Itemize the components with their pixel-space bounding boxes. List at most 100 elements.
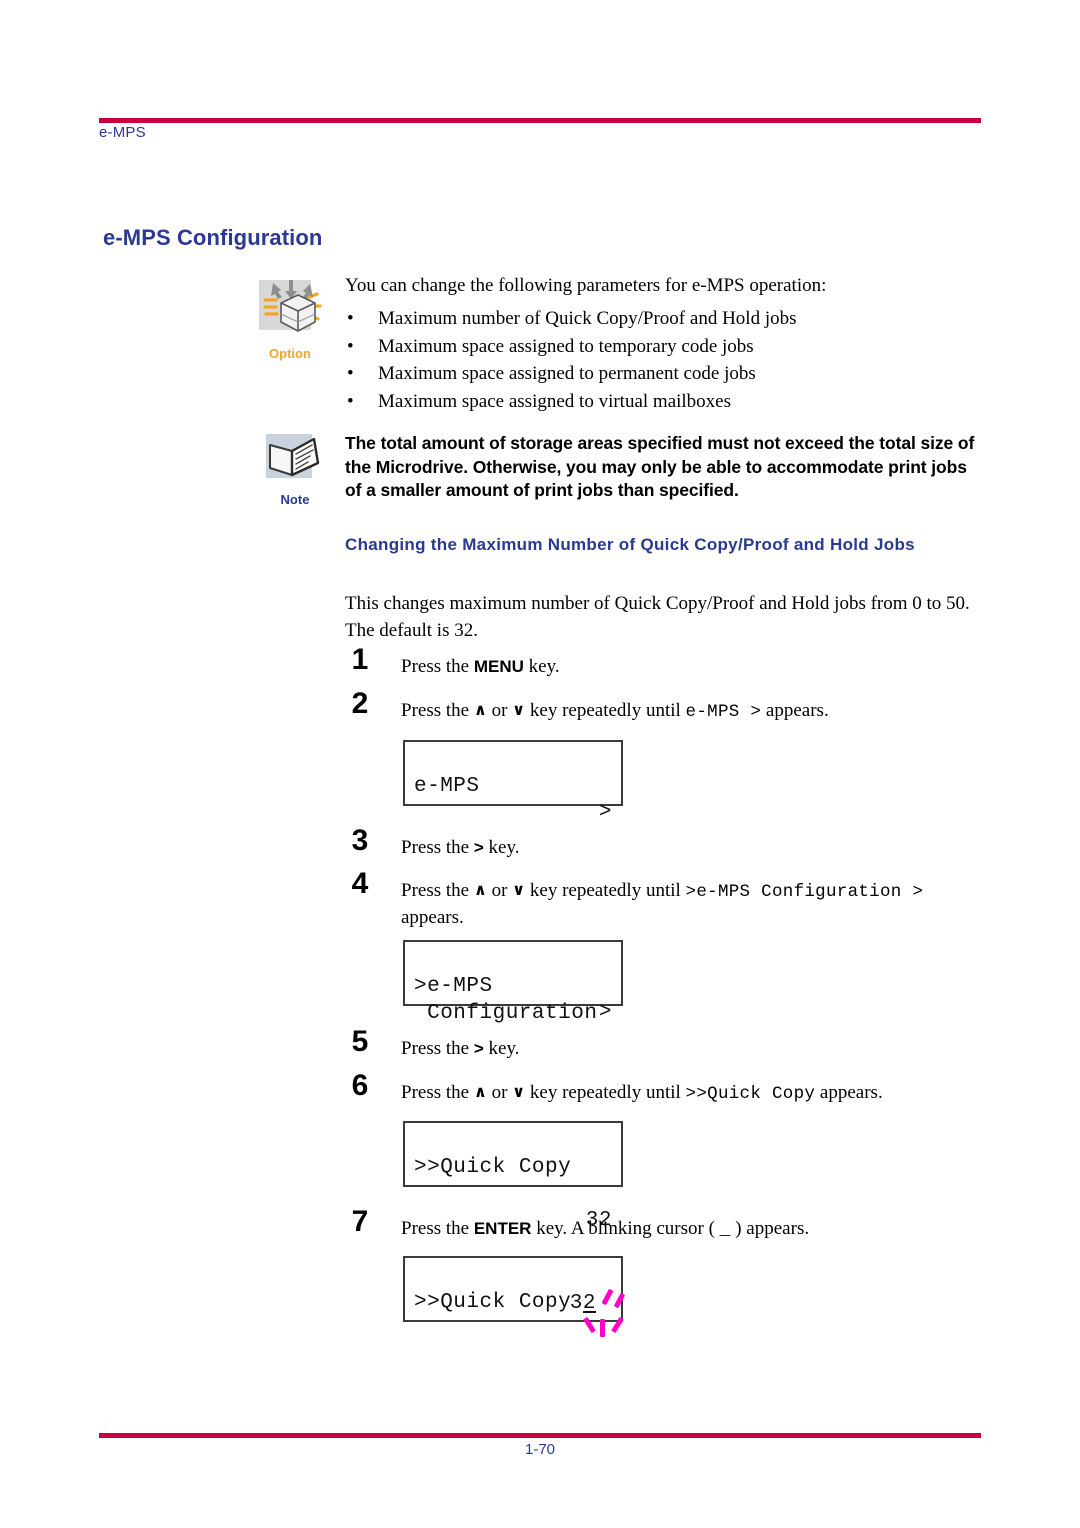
step-conjunction: or bbox=[486, 1082, 513, 1103]
note-block: The total amount of storage areas specif… bbox=[345, 432, 985, 503]
display-line-1-right: > bbox=[598, 801, 612, 824]
blink-ray bbox=[611, 1316, 624, 1334]
step-text: Press the > key. bbox=[401, 1036, 985, 1062]
display-line-2: 32 bbox=[414, 1288, 626, 1337]
step-prefix: Press the bbox=[401, 1218, 474, 1239]
bullet-icon: • bbox=[347, 308, 354, 329]
display-line-1: >>Quick Copy bbox=[414, 1129, 612, 1179]
display-line-1-right: > bbox=[598, 1001, 612, 1024]
display-reference: >>Quick Copy bbox=[685, 1084, 816, 1104]
blink-ray bbox=[613, 1292, 626, 1309]
arrow-up-icon: ∧ bbox=[473, 700, 487, 719]
display-line-1: >e-MPS > bbox=[414, 948, 612, 1024]
display-line-2 bbox=[414, 775, 612, 801]
list-item: • Maximum space assigned to permanent cod… bbox=[345, 360, 985, 388]
step-prefix: Press the bbox=[401, 1082, 474, 1103]
intro-block: You can change the following parameters … bbox=[345, 272, 985, 415]
step-tail: ) appears. bbox=[730, 1218, 810, 1239]
display-line-2: 32 bbox=[414, 1156, 612, 1232]
display-e-mps: e-MPS > bbox=[403, 740, 623, 824]
right-key-label: > bbox=[473, 838, 484, 857]
arrow-down-icon: ∨ bbox=[512, 880, 526, 899]
page-title: e-MPS Configuration bbox=[103, 225, 323, 250]
list-item-label: Maximum space assigned to virtual mailbo… bbox=[378, 390, 732, 412]
bullet-icon: • bbox=[347, 363, 354, 384]
step-text: Press the MENU key. bbox=[401, 654, 985, 680]
step-1: 1 Press the MENU key. bbox=[345, 645, 985, 680]
step-number: 1 bbox=[351, 643, 369, 676]
arrow-up-icon: ∧ bbox=[473, 1082, 487, 1101]
blink-ray bbox=[583, 1316, 596, 1334]
step-prefix: Press the bbox=[401, 880, 474, 901]
subsection-body-block: This changes maximum number of Quick Cop… bbox=[345, 590, 985, 644]
list-item: • Maximum space assigned to temporary cod… bbox=[345, 333, 985, 361]
header-rule bbox=[99, 118, 981, 123]
step-suffix: key repeatedly until bbox=[525, 1082, 686, 1103]
arrow-down-icon: ∨ bbox=[512, 700, 526, 719]
step-prefix: Press the bbox=[401, 656, 474, 677]
step-conjunction: or bbox=[486, 880, 513, 901]
display-reference: >e-MPS Configuration > bbox=[685, 882, 924, 902]
subsection-heading: Changing the Maximum Number of Quick Cop… bbox=[345, 535, 915, 554]
note-callout-icon-block: Note bbox=[240, 430, 350, 507]
intro-paragraph: You can change the following parameters … bbox=[345, 275, 827, 296]
step-4: 4 Press the ∧ or ∨ key repeatedly until … bbox=[345, 869, 985, 931]
display-line-1: e-MPS > bbox=[414, 748, 612, 824]
display-reference: e-MPS > bbox=[685, 702, 762, 722]
cursor-glyph: _ bbox=[719, 1220, 731, 1240]
list-item-label: Maximum space assigned to temporary code… bbox=[378, 335, 754, 357]
arrow-down-icon: ∨ bbox=[512, 1082, 526, 1101]
display-quick-copy-blinking: >>Quick Copy 32 bbox=[403, 1256, 626, 1337]
arrow-up-icon: ∧ bbox=[473, 880, 487, 899]
subsection-paragraph: This changes maximum number of Quick Cop… bbox=[345, 593, 970, 641]
enter-key-label: ENTER bbox=[473, 1219, 532, 1238]
step-text: Press the ∧ or ∨ key repeatedly until >>… bbox=[401, 1080, 985, 1107]
step-suffix: key repeatedly until bbox=[525, 880, 686, 901]
step-number: 4 bbox=[351, 867, 369, 900]
step-number: 7 bbox=[351, 1205, 369, 1238]
option-cube-icon bbox=[259, 280, 322, 332]
option-caption: Option bbox=[269, 346, 311, 361]
display-line-2-right: 32 bbox=[569, 1292, 596, 1315]
option-callout-icon-block: Option bbox=[235, 278, 345, 361]
menu-key-label: MENU bbox=[473, 657, 524, 676]
step-3: 3 Press the > key. bbox=[345, 826, 985, 861]
note-caption: Note bbox=[280, 492, 310, 507]
footer-rule bbox=[99, 1433, 981, 1438]
page-number: 1-70 bbox=[524, 1441, 556, 1458]
step-text: Press the ∧ or ∨ key repeatedly until >e… bbox=[401, 878, 985, 931]
right-key-label: > bbox=[473, 1039, 484, 1058]
step-text: Press the ENTER key. A blinking cursor (… bbox=[401, 1216, 985, 1243]
step-prefix: Press the bbox=[401, 837, 474, 858]
step-2: 2 Press the ∧ or ∨ key repeatedly until … bbox=[345, 689, 985, 725]
step-number: 6 bbox=[351, 1069, 369, 1102]
step-suffix: key. A blinking cursor ( bbox=[531, 1218, 720, 1239]
step-number: 5 bbox=[351, 1025, 369, 1058]
step-number: 2 bbox=[351, 687, 369, 720]
display-line-2: Configuration bbox=[414, 975, 612, 1025]
bullet-icon: • bbox=[347, 390, 354, 412]
parameter-list: • Maximum number of Quick Copy/Proof and … bbox=[345, 305, 985, 415]
step-text: Press the ∧ or ∨ key repeatedly until e-… bbox=[401, 698, 985, 725]
list-item: • Maximum space assigned to virtual mailb… bbox=[345, 388, 985, 416]
list-item-label: Maximum number of Quick Copy/Proof and H… bbox=[378, 308, 797, 329]
bullet-icon: • bbox=[347, 335, 354, 357]
document-page: e-MPS e-MPS Configuration Option Note Yo… bbox=[0, 0, 1080, 1528]
step-tail: appears. bbox=[815, 1082, 883, 1103]
cursor-underline bbox=[583, 1311, 596, 1313]
blink-ray bbox=[601, 1288, 614, 1306]
step-suffix: key. bbox=[523, 656, 560, 677]
step-prefix: Press the bbox=[401, 1038, 474, 1059]
note-paragraph: The total amount of storage areas specif… bbox=[345, 433, 975, 500]
display-quick-copy-value: >>Quick Copy 32 bbox=[403, 1121, 623, 1232]
step-6: 6 Press the ∧ or ∨ key repeatedly until … bbox=[345, 1071, 985, 1107]
step-text: Press the > key. bbox=[401, 835, 985, 861]
display-line-1: >>Quick Copy bbox=[414, 1264, 612, 1314]
list-item-label: Maximum space assigned to permanent code… bbox=[378, 363, 756, 384]
subsection-heading-block: Changing the Maximum Number of Quick Cop… bbox=[345, 534, 985, 556]
step-suffix: key. bbox=[483, 837, 520, 858]
step-5: 5 Press the > key. bbox=[345, 1027, 985, 1062]
running-head: e-MPS bbox=[99, 124, 146, 141]
blinking-cursor-indicator: 32 bbox=[558, 1288, 626, 1337]
step-tail: appears. bbox=[761, 700, 829, 721]
